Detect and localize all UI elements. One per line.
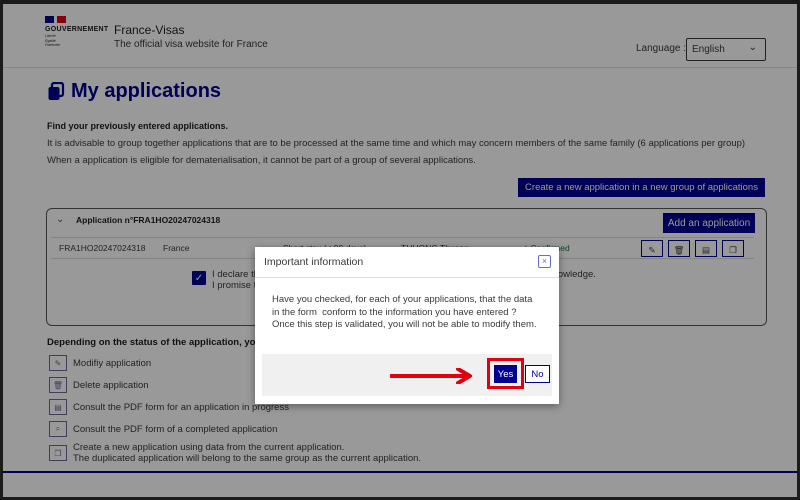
browser-viewport: GOUVERNEMENT Liberté Égalité Fraternité … (0, 0, 800, 500)
dialog-title: Important information (264, 256, 364, 268)
dialog-header: Important information × (255, 247, 559, 278)
dialog-text: Have you checked, for each of your appli… (272, 294, 533, 305)
close-icon: × (541, 256, 548, 266)
important-info-dialog: Important information × Have you checked… (255, 247, 559, 404)
close-button[interactable]: × (538, 255, 551, 268)
no-button[interactable]: No (525, 365, 550, 383)
dialog-body: Have you checked, for each of your appli… (255, 278, 559, 332)
yes-button[interactable]: Yes (494, 365, 517, 383)
dialog-footer: Yes No (262, 354, 552, 396)
dialog-text: Once this step is validated, you will no… (272, 319, 537, 330)
dialog-text: in the form conform to the information y… (272, 306, 517, 318)
red-arrow-annotation-icon (390, 368, 472, 384)
